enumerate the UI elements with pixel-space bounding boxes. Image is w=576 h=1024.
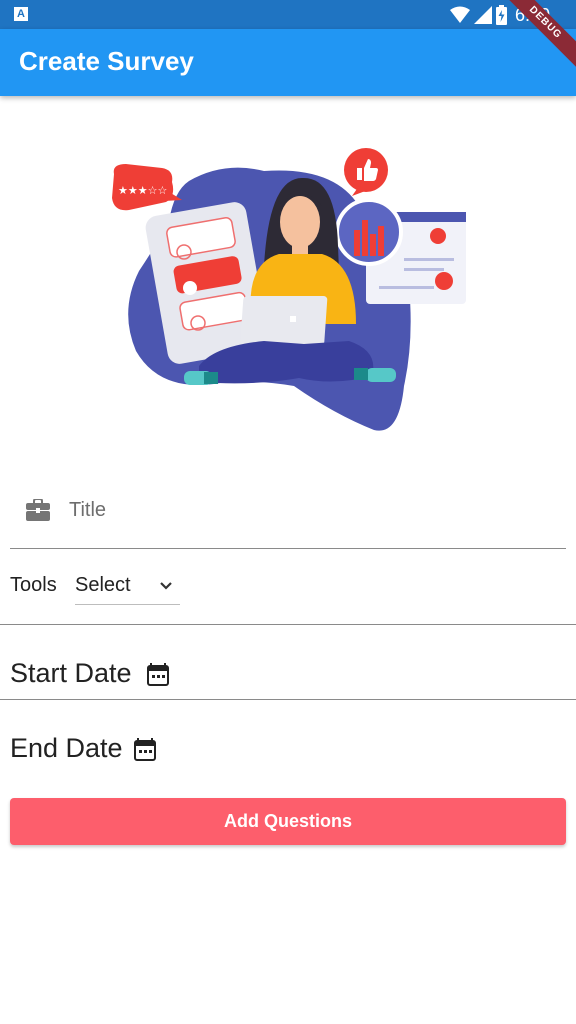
wifi-icon (449, 6, 470, 23)
tools-label: Tools (10, 574, 57, 596)
start-date-row[interactable]: Start Date (0, 625, 576, 700)
end-date-row[interactable]: End Date (0, 700, 576, 774)
notification-icon: A (14, 7, 28, 21)
status-bar: A 6:00 (0, 0, 576, 29)
title-input[interactable] (67, 494, 541, 526)
end-date-label: End Date (10, 733, 123, 763)
start-date-label: Start Date (10, 658, 132, 688)
calendar-icon[interactable] (146, 662, 170, 686)
battery-charging-icon (495, 5, 507, 25)
bubble-stars: ★★★☆☆ (118, 184, 167, 197)
tools-dropdown[interactable]: Select (75, 568, 180, 605)
survey-illustration: ★★★☆☆ (112, 148, 466, 431)
app-bar: Create Survey (0, 29, 576, 96)
title-field[interactable] (10, 486, 566, 549)
tools-row: Tools Select (0, 556, 576, 625)
page-title: Create Survey (19, 46, 194, 76)
calendar-icon[interactable] (133, 737, 157, 761)
briefcase-icon (26, 499, 50, 521)
tools-dropdown-value: Select (75, 574, 131, 596)
add-questions-button[interactable]: Add Questions (10, 798, 566, 845)
cellular-signal-icon (473, 6, 492, 24)
chevron-down-icon (160, 582, 172, 590)
